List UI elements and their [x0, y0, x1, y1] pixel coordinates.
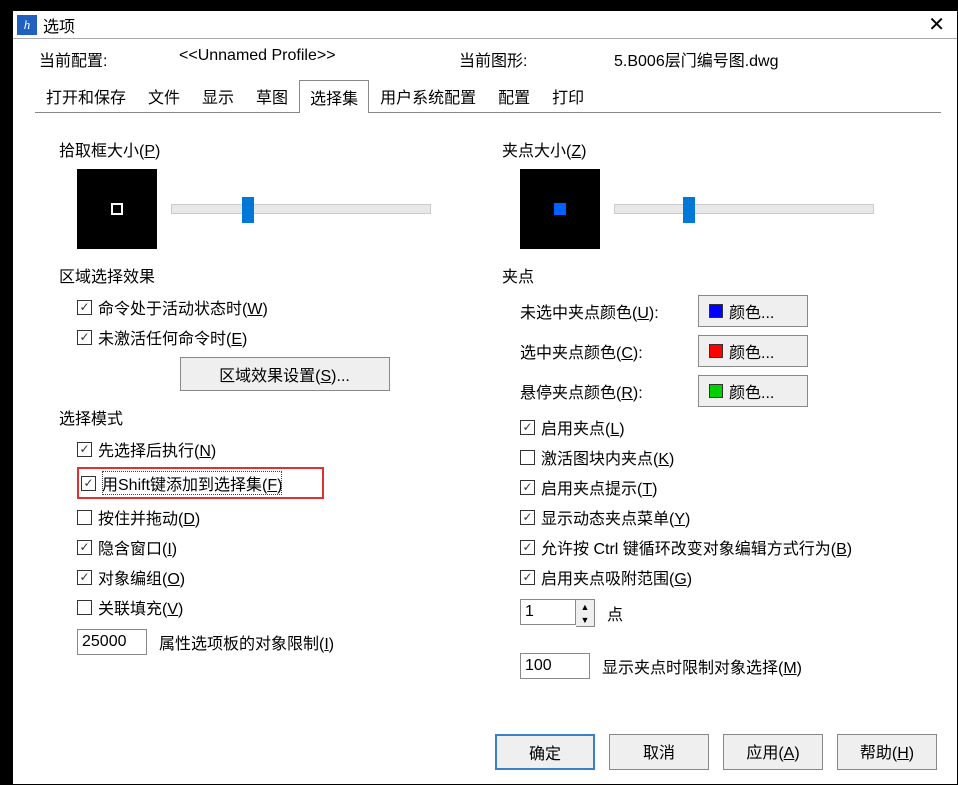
unselected-grip-color-button[interactable]: 颜色... [698, 295, 808, 327]
chk-active-command-label: 命令处于活动状态时(W) [98, 295, 268, 319]
chk-grip-snap-range-label: 启用夹点吸附范围(G) [541, 565, 692, 589]
chk-noun-verb[interactable] [77, 442, 92, 457]
spinner-up-icon[interactable]: ▲ [576, 600, 594, 613]
chk-implied-window-label: 隐含窗口(I) [98, 535, 177, 559]
dialog-title: 选项 [43, 13, 920, 37]
grip-point-input[interactable] [520, 599, 576, 625]
hover-grip-color-button[interactable]: 颜色... [698, 375, 808, 407]
chk-active-command[interactable] [77, 300, 92, 315]
hover-grip-color-label: 悬停夹点颜色(R): [520, 379, 690, 403]
grip-size-label: 夹点大小(Z) [502, 137, 935, 161]
chk-dynamic-grip-menu-label: 显示动态夹点菜单(Y) [541, 505, 690, 529]
tab-profiles[interactable]: 配置 [487, 79, 541, 112]
current-drawing-value: 5.B006层门编号图.dwg [614, 47, 779, 71]
pickbox-size-slider[interactable] [171, 204, 431, 214]
ok-button[interactable]: 确定 [495, 734, 595, 770]
area-effect-settings-button[interactable]: 区域效果设置(S)... [180, 357, 390, 391]
apply-button[interactable]: 应用(A) [723, 734, 823, 770]
selected-grip-color-button[interactable]: 颜色... [698, 335, 808, 367]
swatch-red [709, 344, 723, 358]
grip-point-spinner[interactable]: ▲▼ [576, 599, 595, 627]
chk-object-grouping[interactable] [77, 570, 92, 585]
help-button[interactable]: 帮助(H) [837, 734, 937, 770]
app-icon: h [17, 15, 37, 35]
chk-assoc-hatch-label: 关联填充(V) [98, 595, 183, 619]
chk-press-drag[interactable] [77, 510, 92, 525]
selected-grip-color-label: 选中夹点颜色(C): [520, 339, 690, 363]
chk-block-grips[interactable] [520, 450, 535, 465]
property-limit-input[interactable] [77, 629, 147, 655]
grip-object-limit-label: 显示夹点时限制对象选择(M) [602, 654, 802, 678]
unselected-grip-color-label: 未选中夹点颜色(U): [520, 299, 690, 323]
swatch-green [709, 384, 723, 398]
profile-row: 当前配置: <<Unnamed Profile>> 当前图形: 5.B006层门… [29, 47, 941, 71]
swatch-blue [709, 304, 723, 318]
grips-title: 夹点 [502, 263, 935, 287]
title-bar: h 选项 ✕ [13, 11, 957, 39]
chk-no-command[interactable] [77, 330, 92, 345]
area-select-title: 区域选择效果 [59, 263, 492, 287]
tab-drafting[interactable]: 草图 [245, 79, 299, 112]
chk-implied-window[interactable] [77, 540, 92, 555]
selection-mode-title: 选择模式 [59, 405, 492, 429]
chk-shift-add-label: 用Shift键添加到选择集(F) [102, 471, 282, 495]
chk-ctrl-cycle[interactable] [520, 540, 535, 555]
dialog-footer: 确定 取消 应用(A) 帮助(H) [495, 734, 937, 770]
tab-files[interactable]: 文件 [137, 79, 191, 112]
tab-plot[interactable]: 打印 [541, 79, 595, 112]
current-profile-value: <<Unnamed Profile>> [179, 47, 459, 71]
chk-press-drag-label: 按住并拖动(D) [98, 505, 200, 529]
chk-enable-grips[interactable] [520, 420, 535, 435]
pickbox-preview [77, 169, 157, 249]
tab-open-save[interactable]: 打开和保存 [35, 79, 137, 112]
grip-object-limit-input[interactable] [520, 653, 590, 679]
close-button[interactable]: ✕ [920, 12, 953, 37]
chk-noun-verb-label: 先选择后执行(N) [98, 437, 216, 461]
grip-preview [520, 169, 600, 249]
chk-grip-tips-label: 启用夹点提示(T) [541, 475, 657, 499]
current-profile-label: 当前配置: [39, 47, 179, 71]
pickbox-size-label: 拾取框大小(P) [59, 137, 492, 161]
current-drawing-label: 当前图形: [459, 47, 614, 71]
chk-grip-tips[interactable] [520, 480, 535, 495]
chk-enable-grips-label: 启用夹点(L) [541, 415, 625, 439]
chk-dynamic-grip-menu[interactable] [520, 510, 535, 525]
chk-shift-add[interactable] [81, 476, 96, 491]
chk-assoc-hatch[interactable] [77, 600, 92, 615]
grip-size-slider[interactable] [614, 204, 874, 214]
spinner-down-icon[interactable]: ▼ [576, 613, 594, 626]
chk-grip-snap-range[interactable] [520, 570, 535, 585]
chk-no-command-label: 未激活任何命令时(E) [98, 325, 247, 349]
tab-selection[interactable]: 选择集 [299, 80, 369, 113]
property-limit-label: 属性选项板的对象限制(I) [159, 630, 334, 654]
chk-object-grouping-label: 对象编组(O) [98, 565, 185, 589]
tab-strip: 打开和保存 文件 显示 草图 选择集 用户系统配置 配置 打印 [35, 79, 941, 113]
tab-display[interactable]: 显示 [191, 79, 245, 112]
options-dialog: h 选项 ✕ 当前配置: <<Unnamed Profile>> 当前图形: 5… [12, 10, 958, 785]
tab-user-prefs[interactable]: 用户系统配置 [369, 79, 487, 112]
grip-point-label: 点 [607, 601, 623, 625]
cancel-button[interactable]: 取消 [609, 734, 709, 770]
chk-block-grips-label: 激活图块内夹点(K) [541, 445, 674, 469]
chk-ctrl-cycle-label: 允许按 Ctrl 键循环改变对象编辑方式行为(B) [541, 535, 852, 559]
highlight-shift-add: 用Shift键添加到选择集(F) [77, 467, 324, 499]
